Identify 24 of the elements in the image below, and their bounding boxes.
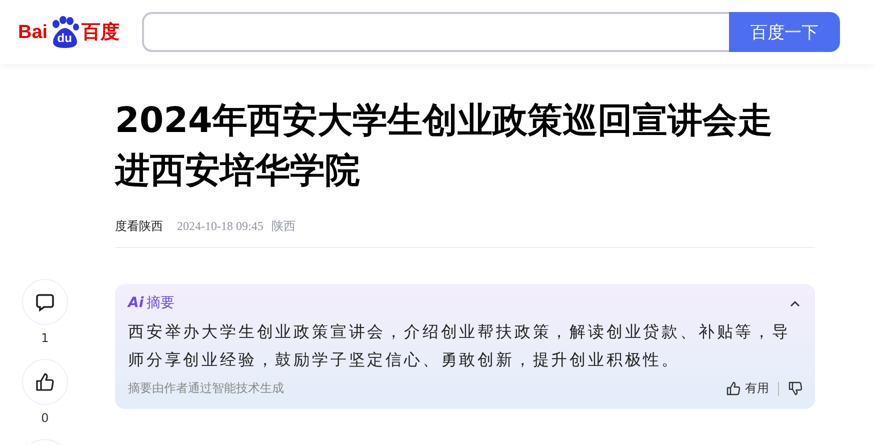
summary-note: 摘要由作者通过智能技术生成: [128, 380, 285, 397]
publish-time: 2024-10-18 09:45: [177, 219, 264, 234]
dislike-button[interactable]: [788, 381, 803, 396]
thumbs-up-icon: [35, 372, 55, 392]
search-field[interactable]: [142, 12, 729, 52]
speech-bubble-icon: [35, 292, 55, 312]
ai-label: Ai: [128, 295, 144, 311]
like-button[interactable]: [22, 359, 68, 405]
logo-text: du: [57, 31, 72, 45]
logo-text: Bai: [18, 22, 48, 42]
author-name: 度看陕西: [115, 218, 163, 235]
useful-button[interactable]: 有用: [726, 380, 769, 397]
summary-text: 西安举办大学生创业政策宣讲会，介绍创业帮扶政策，解读创业贷款、补贴等，导师分享创业经验，鼓励学子坚定信心、勇敢创新，提升创业积极性。: [128, 321, 792, 371]
thumbs-down-icon: [788, 381, 803, 396]
summary-title: 摘要: [146, 294, 175, 312]
article-title: 2024年西安大学生创业政策巡回宣讲会走进西安培华学院: [115, 100, 774, 193]
thumbs-up-icon: [726, 381, 741, 396]
search-button[interactable]: 百度一下: [729, 12, 840, 52]
caret-icon: [790, 300, 800, 306]
count-label: 1: [41, 331, 49, 345]
comment-button[interactable]: [22, 279, 68, 325]
logo-text: 百度: [82, 22, 120, 42]
count-label: 0: [41, 411, 49, 425]
region-label: 陕西: [271, 218, 296, 235]
